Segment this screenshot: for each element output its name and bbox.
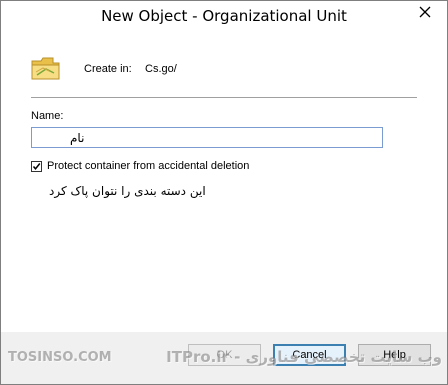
- window-title: New Object - Organizational Unit: [101, 7, 347, 25]
- ok-button[interactable]: OK: [188, 344, 261, 366]
- protect-checkbox[interactable]: [31, 161, 42, 172]
- create-in-label: Create in:: [84, 63, 132, 75]
- button-bar: OK Cancel Help: [1, 332, 447, 384]
- checkmark-icon: [32, 163, 41, 170]
- separator: [31, 97, 417, 98]
- dialog-window: New Object - Organizational Unit Create …: [0, 0, 448, 385]
- close-icon: [419, 6, 431, 21]
- name-input[interactable]: نام: [31, 127, 383, 148]
- title-bar[interactable]: New Object - Organizational Unit: [1, 1, 447, 32]
- folder-icon: [31, 55, 61, 81]
- cancel-button[interactable]: Cancel: [273, 344, 346, 366]
- name-input-value: نام: [70, 131, 85, 145]
- close-button[interactable]: [407, 1, 443, 25]
- note-text: این دسته بندی را نتوان پاک کرد: [49, 184, 206, 198]
- help-button[interactable]: Help: [358, 344, 431, 366]
- dialog-content: Create in: Cs.go/ Name: نام Protect cont…: [1, 32, 447, 332]
- name-label: Name:: [31, 110, 64, 122]
- protect-checkbox-label[interactable]: Protect container from accidental deleti…: [47, 160, 249, 172]
- create-in-value: Cs.go/: [145, 63, 177, 75]
